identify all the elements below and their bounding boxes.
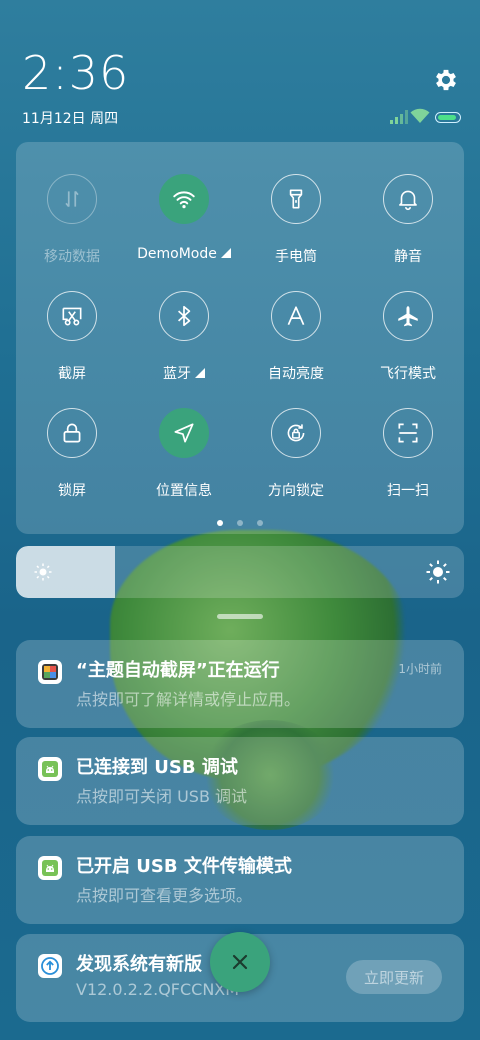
tile-auto-brightness[interactable]: 自动亮度: [240, 265, 352, 382]
close-icon: [232, 954, 248, 970]
bell-icon: [399, 190, 417, 211]
tile-label-text: DemoMode: [137, 246, 217, 262]
notification-subtitle: 点按即可了解详情或停止应用。: [76, 690, 301, 709]
tile-lock[interactable]: 锁屏: [16, 382, 128, 499]
android-icon: [38, 856, 62, 880]
lock-icon: [63, 423, 81, 443]
android-icon: [38, 757, 62, 781]
notification-usb-file-transfer[interactable]: 已开启 USB 文件传输模式 点按即可查看更多选项。: [16, 836, 464, 924]
tile-label-text: 蓝牙: [163, 366, 191, 382]
tile-label-text: 锁屏: [58, 483, 86, 499]
tile-bell[interactable]: 静音: [352, 148, 464, 265]
tile-label: 扫一扫: [352, 480, 464, 500]
notification-title: “主题自动截屏”正在运行: [76, 660, 280, 681]
tile-button[interactable]: [159, 174, 209, 224]
tile-label-text: 方向锁定: [268, 483, 324, 499]
notification-subtitle: 点按即可关闭 USB 调试: [76, 787, 248, 806]
tile-screenshot[interactable]: 截屏: [16, 265, 128, 382]
mobile-data-icon: [65, 190, 79, 208]
page-dot: [237, 520, 243, 526]
page-dot: [217, 520, 223, 526]
tile-mobile-data[interactable]: 移动数据: [16, 148, 128, 265]
update-now-button[interactable]: 立即更新: [346, 960, 442, 994]
gear-icon[interactable]: [432, 66, 460, 94]
theme-app-icon: [38, 660, 62, 684]
tile-label-text: 扫一扫: [387, 483, 429, 499]
tile-label: 蓝牙: [128, 363, 240, 383]
screenshot-icon: [62, 307, 82, 326]
tile-label-text: 自动亮度: [268, 366, 324, 382]
tile-button[interactable]: [159, 291, 209, 341]
tile-label: 方向锁定: [240, 480, 352, 500]
notification-time: 1小时前: [398, 662, 442, 676]
cell-signal-icon: [390, 110, 408, 124]
notification-title: 发现系统有新版: [76, 954, 202, 975]
tile-label: 截屏: [16, 363, 128, 383]
tile-wifi[interactable]: DemoMode: [128, 148, 240, 262]
tile-button[interactable]: [383, 408, 433, 458]
tile-button[interactable]: [47, 408, 97, 458]
status-header: 2:36 11月12日 周四: [0, 0, 480, 140]
tile-button[interactable]: [271, 408, 321, 458]
wifi-icon: [173, 191, 195, 209]
notification-title: 已开启 USB 文件传输模式: [76, 856, 292, 877]
wifi-status-icon: [410, 108, 430, 123]
notification-subtitle: V12.0.2.2.QFCCNXM: [76, 980, 240, 999]
battery-icon: [435, 112, 461, 123]
bluetooth-icon: [178, 305, 191, 327]
tile-label: 锁屏: [16, 480, 128, 500]
tile-location[interactable]: 位置信息: [128, 382, 240, 499]
notification-theme-screenshot[interactable]: “主题自动截屏”正在运行 点按即可了解详情或停止应用。 1小时前: [16, 640, 464, 728]
location-icon: [174, 423, 194, 443]
brightness-slider[interactable]: [16, 546, 464, 598]
brightness-fill: [16, 546, 115, 598]
tile-button[interactable]: [383, 174, 433, 224]
expand-arrow-icon: [191, 366, 205, 382]
update-icon: [38, 954, 62, 978]
tile-label: 自动亮度: [240, 363, 352, 383]
tile-flashlight[interactable]: 手电筒: [240, 148, 352, 265]
page-dot: [257, 520, 263, 526]
tile-label-text: 截屏: [58, 366, 86, 382]
notification-usb-debug[interactable]: 已连接到 USB 调试 点按即可关闭 USB 调试: [16, 737, 464, 825]
tile-label: 飞行模式: [352, 363, 464, 383]
tile-label-text: 飞行模式: [380, 366, 436, 382]
tile-label: 位置信息: [128, 480, 240, 500]
auto-brightness-icon: [287, 306, 305, 326]
page-indicator: [16, 520, 464, 526]
drag-handle[interactable]: [217, 614, 263, 619]
rotation-lock-icon: [287, 424, 305, 442]
flashlight-icon: [289, 189, 303, 209]
tile-label-text: 位置信息: [156, 483, 212, 499]
tile-button[interactable]: [271, 174, 321, 224]
tile-label: DemoMode: [128, 246, 240, 262]
tile-button[interactable]: [159, 408, 209, 458]
expand-arrow-icon: [217, 246, 231, 262]
tile-button[interactable]: [47, 291, 97, 341]
tile-label: 手电筒: [240, 246, 352, 266]
tile-button[interactable]: [271, 291, 321, 341]
tile-label-text: 移动数据: [44, 249, 100, 265]
tile-bluetooth[interactable]: 蓝牙: [128, 265, 240, 382]
clear-all-button[interactable]: [210, 932, 270, 992]
brightness-low-icon: [34, 563, 52, 581]
quick-settings-panel: 移动数据 DemoMode 手电筒 静音截屏 蓝牙 自动亮度 飞行模式锁屏 位置信息 方向锁定 扫…: [16, 142, 464, 534]
tile-label-text: 静音: [394, 249, 422, 265]
notification-title: 已连接到 USB 调试: [76, 757, 238, 778]
notification-subtitle: 点按即可查看更多选项。: [76, 886, 253, 905]
tile-button[interactable]: [47, 174, 97, 224]
tile-scan[interactable]: 扫一扫: [352, 382, 464, 499]
tile-label: 移动数据: [16, 246, 128, 266]
tile-rotation-lock[interactable]: 方向锁定: [240, 382, 352, 499]
clock: 2:36: [22, 46, 130, 100]
tile-label-text: 手电筒: [275, 249, 317, 265]
brightness-high-icon: [426, 560, 450, 584]
airplane-icon: [398, 306, 418, 327]
date: 11月12日 周四: [22, 111, 119, 127]
scan-icon: [398, 423, 418, 443]
tile-button[interactable]: [383, 291, 433, 341]
tile-airplane[interactable]: 飞行模式: [352, 265, 464, 382]
tile-label: 静音: [352, 246, 464, 266]
